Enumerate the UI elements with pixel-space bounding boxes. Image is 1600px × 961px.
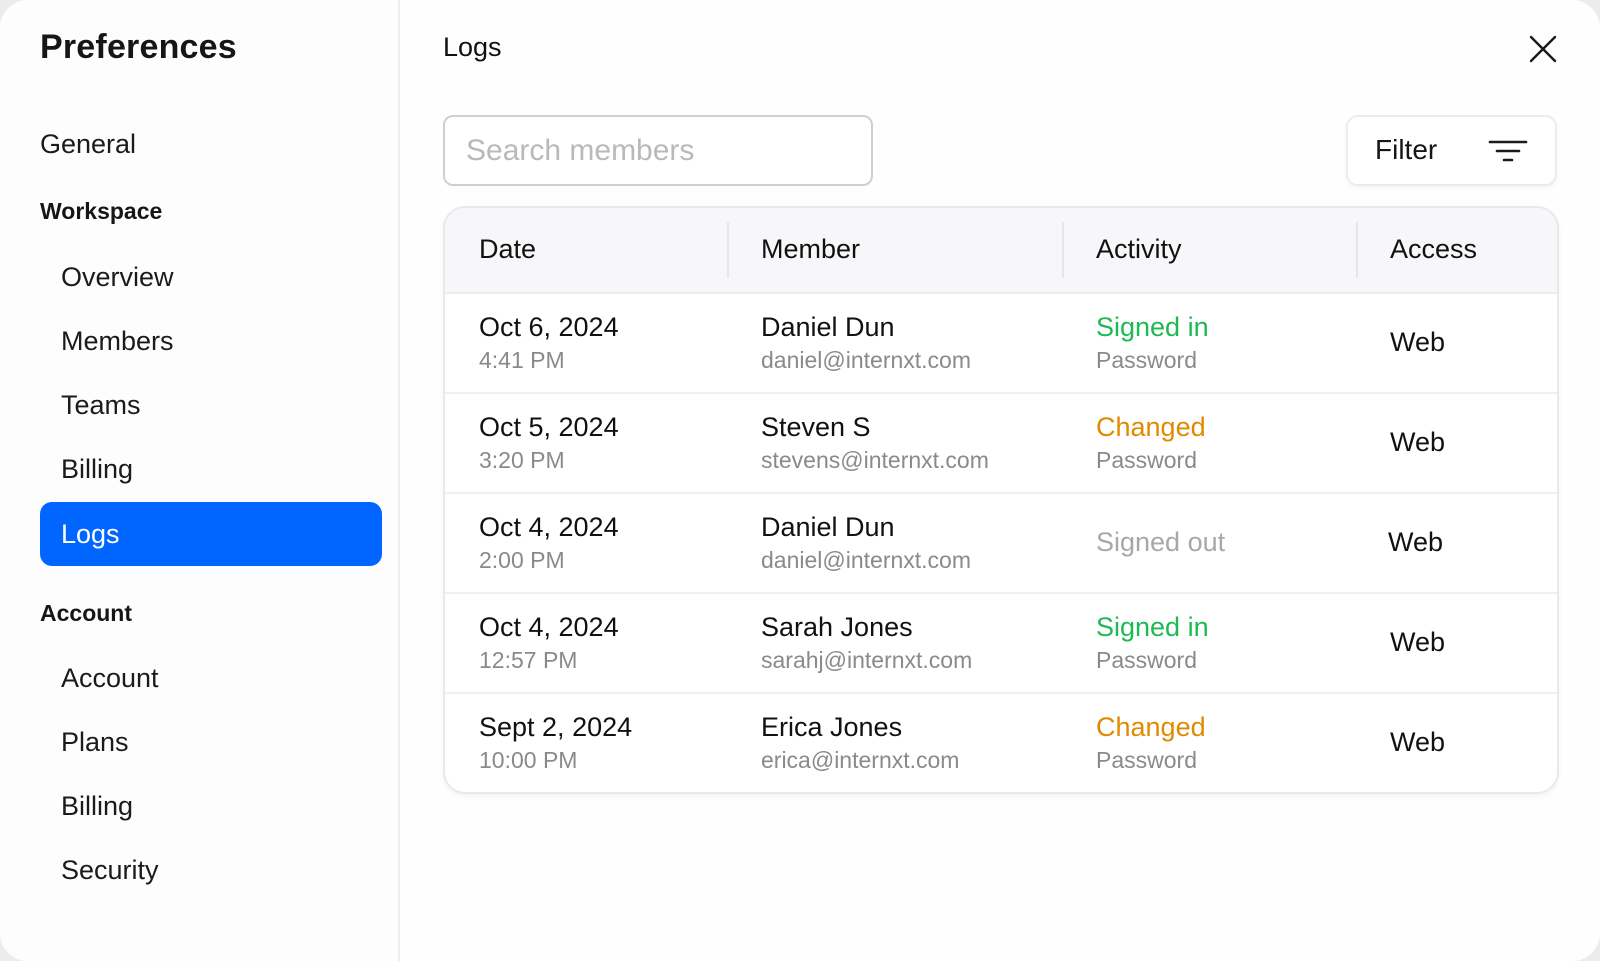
close-button[interactable] (1528, 34, 1558, 64)
log-date: Oct 5, 2024 (479, 412, 619, 442)
member-email: daniel@internxt.com (761, 347, 971, 373)
column-header-member[interactable]: Member (761, 234, 860, 265)
column-header-access[interactable]: Access (1390, 234, 1477, 265)
preferences-window: Preferences General Workspace Overview M… (0, 0, 1600, 961)
log-date: Sept 2, 2024 (479, 712, 633, 742)
member-name: Erica Jones (761, 712, 903, 742)
column-header-activity[interactable]: Activity (1096, 234, 1182, 265)
log-time: 12:57 PM (479, 647, 578, 673)
table-row[interactable]: Sept 2, 2024 10:00 PM Erica Jones erica@… (445, 694, 1557, 792)
sidebar-item-teams[interactable]: Teams (61, 385, 141, 425)
activity-status: Changed (1096, 412, 1206, 442)
column-divider (1356, 222, 1358, 278)
member-name: Daniel Dun (761, 512, 895, 542)
log-date: Oct 4, 2024 (479, 612, 619, 642)
sidebar: Preferences General Workspace Overview M… (0, 0, 400, 961)
page-title: Logs (443, 32, 502, 62)
member-name: Sarah Jones (761, 612, 913, 642)
member-email: daniel@internxt.com (761, 547, 971, 573)
sidebar-item-general[interactable]: General (40, 124, 136, 164)
sidebar-section-workspace: Workspace (40, 198, 163, 224)
filter-lines-icon (1488, 140, 1528, 162)
member-name: Daniel Dun (761, 312, 895, 342)
sidebar-item-plans[interactable]: Plans (61, 722, 129, 762)
access-type: Web (1390, 427, 1446, 457)
sidebar-item-account-billing[interactable]: Billing (61, 786, 133, 826)
sidebar-item-members[interactable]: Members (61, 321, 174, 361)
activity-status: Signed in (1096, 312, 1209, 342)
activity-status: Signed out (1096, 527, 1226, 557)
activity-detail: Password (1096, 647, 1197, 673)
log-date: Oct 6, 2024 (479, 312, 619, 342)
activity-status: Changed (1096, 712, 1206, 742)
logs-table: Date Member Activity Access Oct 6, 2024 … (443, 206, 1559, 794)
table-row[interactable]: Oct 6, 2024 4:41 PM Daniel Dun daniel@in… (445, 294, 1557, 394)
sidebar-item-security[interactable]: Security (61, 850, 159, 890)
access-type: Web (1388, 527, 1444, 557)
member-email: erica@internxt.com (761, 747, 960, 773)
activity-detail: Password (1096, 347, 1197, 373)
log-date: Oct 4, 2024 (479, 512, 619, 542)
log-time: 3:20 PM (479, 447, 565, 473)
member-name: Steven S (761, 412, 871, 442)
table-row[interactable]: Oct 4, 2024 2:00 PM Daniel Dun daniel@in… (445, 494, 1557, 594)
search-members-input[interactable] (443, 115, 873, 186)
activity-status: Signed in (1096, 612, 1209, 642)
log-time: 2:00 PM (479, 547, 565, 573)
filter-button[interactable]: Filter (1346, 115, 1557, 186)
log-time: 4:41 PM (479, 347, 565, 373)
close-icon (1529, 35, 1557, 63)
table-row[interactable]: Oct 5, 2024 3:20 PM Steven S stevens@int… (445, 394, 1557, 494)
access-type: Web (1390, 727, 1446, 757)
activity-detail: Password (1096, 447, 1197, 473)
sidebar-item-logs[interactable]: Logs (40, 502, 382, 566)
sidebar-item-overview[interactable]: Overview (61, 257, 174, 297)
activity-detail: Password (1096, 747, 1197, 773)
member-email: stevens@internxt.com (761, 447, 989, 473)
access-type: Web (1390, 327, 1446, 357)
column-divider (1062, 222, 1064, 278)
sidebar-item-workspace-billing[interactable]: Billing (61, 449, 133, 489)
access-type: Web (1390, 627, 1446, 657)
sidebar-section-account: Account (40, 600, 132, 626)
sidebar-title: Preferences (40, 28, 237, 66)
filter-label: Filter (1375, 134, 1438, 165)
main-panel: Logs Filter Date Member Activity (402, 0, 1600, 961)
column-header-date[interactable]: Date (479, 234, 536, 265)
table-row[interactable]: Oct 4, 2024 12:57 PM Sarah Jones sarahj@… (445, 594, 1557, 694)
column-divider (727, 222, 729, 278)
sidebar-item-account[interactable]: Account (61, 658, 159, 698)
table-header: Date Member Activity Access (445, 208, 1557, 294)
log-time: 10:00 PM (479, 747, 578, 773)
member-email: sarahj@internxt.com (761, 647, 973, 673)
